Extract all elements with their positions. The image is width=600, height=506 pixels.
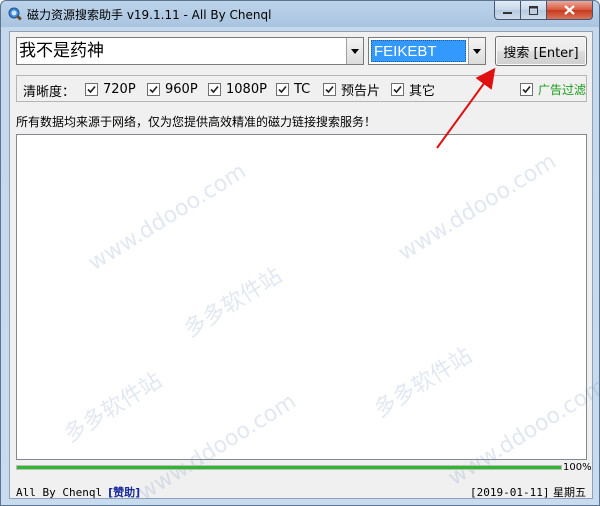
resolution-filter-group: 清晰度： 720P 960P 1080P TC 预告片 其它 广告过滤 bbox=[16, 75, 587, 102]
check-icon bbox=[520, 82, 533, 96]
app-magnet-icon bbox=[8, 7, 22, 21]
watermark-text: 多多软件站 bbox=[60, 368, 167, 448]
watermark-text: www.ddooo.com bbox=[394, 148, 561, 267]
search-history-dropdown[interactable] bbox=[346, 38, 363, 64]
checkbox-1080p[interactable]: 1080P bbox=[208, 81, 267, 97]
checkbox-720p[interactable]: 720P bbox=[85, 81, 136, 97]
progress-bar bbox=[16, 465, 562, 470]
watermark-text: www.ddooo.com bbox=[84, 158, 251, 277]
status-author: All By Chenql [赞助] bbox=[16, 484, 140, 500]
search-input[interactable]: 我不是药神 bbox=[17, 38, 346, 64]
ad-filter-label: 广告过滤 bbox=[538, 82, 587, 97]
checkbox-label: 1080P bbox=[226, 81, 267, 97]
source-select[interactable]: FEIKEBT bbox=[368, 37, 486, 65]
minimize-icon bbox=[503, 11, 512, 14]
checkbox-label: 960P bbox=[165, 81, 198, 97]
check-icon bbox=[391, 82, 404, 96]
watermark-text: 多多软件站 bbox=[180, 263, 287, 343]
check-icon bbox=[147, 82, 160, 96]
maximize-icon bbox=[529, 5, 538, 15]
checkbox-label: 其它 bbox=[409, 83, 436, 99]
status-date: [2019-01-11] 星期五 bbox=[470, 484, 586, 500]
weekday-text: 星期五 bbox=[553, 486, 586, 499]
results-list[interactable]: www.ddooo.com www.ddooo.com 多多软件站 多多软件站 … bbox=[16, 134, 600, 506]
checkbox-tc[interactable]: TC bbox=[276, 81, 310, 97]
source-dropdown-arrow[interactable] bbox=[468, 38, 485, 64]
minimize-button[interactable] bbox=[494, 1, 521, 20]
window-controls bbox=[494, 1, 593, 20]
checkbox-label: 预告片 bbox=[341, 83, 381, 99]
progress-percent: 100% bbox=[563, 462, 592, 473]
search-combobox[interactable]: 我不是药神 bbox=[16, 37, 364, 65]
sponsor-link[interactable]: [赞助] bbox=[108, 486, 140, 499]
app-window: 磁力资源搜索助手 v19.1.11 - All By Chenql 我不是药神 … bbox=[0, 0, 600, 506]
checkbox-label: 720P bbox=[103, 81, 136, 97]
client-area: 我不是药神 FEIKEBT 搜索 [Enter] 清晰度： 720P 960P bbox=[9, 31, 600, 506]
chevron-down-icon bbox=[351, 48, 359, 54]
window-title: 磁力资源搜索助手 v19.1.11 - All By Chenql bbox=[27, 8, 272, 22]
check-icon bbox=[276, 82, 289, 96]
checkbox-ad-filter[interactable]: 广告过滤 bbox=[520, 81, 586, 97]
checkbox-label: TC bbox=[294, 81, 311, 97]
author-text: All By Chenql bbox=[16, 486, 103, 499]
disclaimer-text: 所有数据均来源于网络，仅为您提供高效精准的磁力链接搜索服务！ bbox=[16, 115, 377, 129]
date-text: [2019-01-11] bbox=[470, 486, 550, 499]
checkbox-960p[interactable]: 960P bbox=[147, 81, 198, 97]
check-icon bbox=[85, 82, 98, 96]
check-icon bbox=[323, 82, 336, 96]
search-button[interactable]: 搜索 [Enter] bbox=[495, 36, 587, 66]
source-selected-value[interactable]: FEIKEBT bbox=[371, 40, 466, 62]
checkbox-trailer[interactable]: 预告片 bbox=[323, 81, 381, 99]
close-button[interactable] bbox=[547, 1, 593, 20]
watermark-text: www.ddooo.com bbox=[444, 373, 600, 492]
maximize-button[interactable] bbox=[521, 1, 547, 20]
progress-fill bbox=[17, 466, 561, 469]
watermark-text: www.ddooo.com bbox=[134, 388, 301, 506]
chevron-down-icon bbox=[473, 48, 481, 54]
checkbox-other[interactable]: 其它 bbox=[391, 81, 436, 99]
watermark-text: 多多软件站 bbox=[370, 343, 477, 423]
title-bar[interactable]: 磁力资源搜索助手 v19.1.11 - All By Chenql bbox=[1, 1, 599, 27]
close-icon bbox=[564, 5, 575, 15]
resolution-label: 清晰度： bbox=[23, 85, 76, 100]
check-icon bbox=[208, 82, 221, 96]
